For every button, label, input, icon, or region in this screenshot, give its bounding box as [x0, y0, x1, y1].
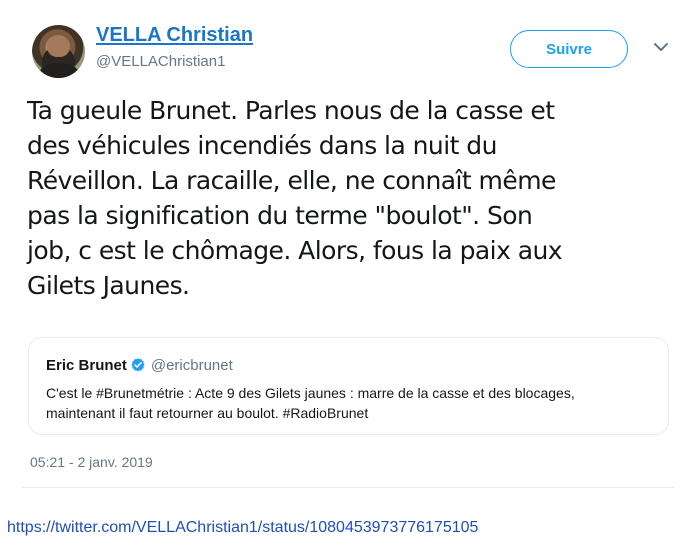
quoted-tweet-card[interactable]: Eric Brunet @ericbrunet C'est le #Brunet…	[28, 337, 669, 435]
tweet-text-line: pas la signification du terme "boulot". …	[27, 201, 533, 230]
author-name-link[interactable]: VELLA Christian	[96, 23, 253, 47]
tweet-text-line: job, c est le chômage. Alors, fous la pa…	[27, 236, 563, 265]
tweet-text-line: Ta gueule Brunet. Parles nous de la cass…	[27, 96, 555, 125]
source-url-link[interactable]: https://twitter.com/VELLAChristian1/stat…	[7, 518, 478, 538]
quoted-tweet-text: C'est le #Brunetmétrie : Acte 9 des Gile…	[46, 383, 658, 423]
tweet-screenshot: VELLA Christian @VELLAChristian1 Suivre …	[0, 0, 695, 550]
quoted-author-name[interactable]: Eric Brunet	[46, 357, 127, 374]
divider	[21, 487, 675, 488]
quoted-tweet-header: Eric Brunet @ericbrunet	[46, 355, 233, 375]
tweet-header: VELLA Christian @VELLAChristian1 Suivre	[28, 22, 688, 82]
follow-button[interactable]: Suivre	[510, 30, 628, 68]
tweet-text-line: Réveillon. La racaille, elle, ne connaît…	[27, 166, 556, 195]
tweet-text-line: Gilets Jaunes.	[27, 271, 190, 300]
quoted-tweet-text-line: maintenant il faut retourner au boulot. …	[46, 405, 369, 421]
verified-badge-icon	[131, 358, 145, 372]
tweet-text-line: des véhicules incendiés dans la nuit du	[27, 131, 497, 160]
quoted-author-handle[interactable]: @ericbrunet	[151, 357, 233, 374]
tweet-timestamp[interactable]: 05:21 - 2 janv. 2019	[30, 453, 153, 471]
user-avatar-icon[interactable]	[32, 25, 85, 78]
chevron-down-icon[interactable]	[651, 37, 671, 57]
author-handle[interactable]: @VELLAChristian1	[96, 53, 225, 71]
quoted-tweet-text-line: C'est le #Brunetmétrie : Acte 9 des Gile…	[46, 385, 575, 401]
tweet-text: Ta gueule Brunet. Parles nous de la cass…	[27, 93, 667, 303]
